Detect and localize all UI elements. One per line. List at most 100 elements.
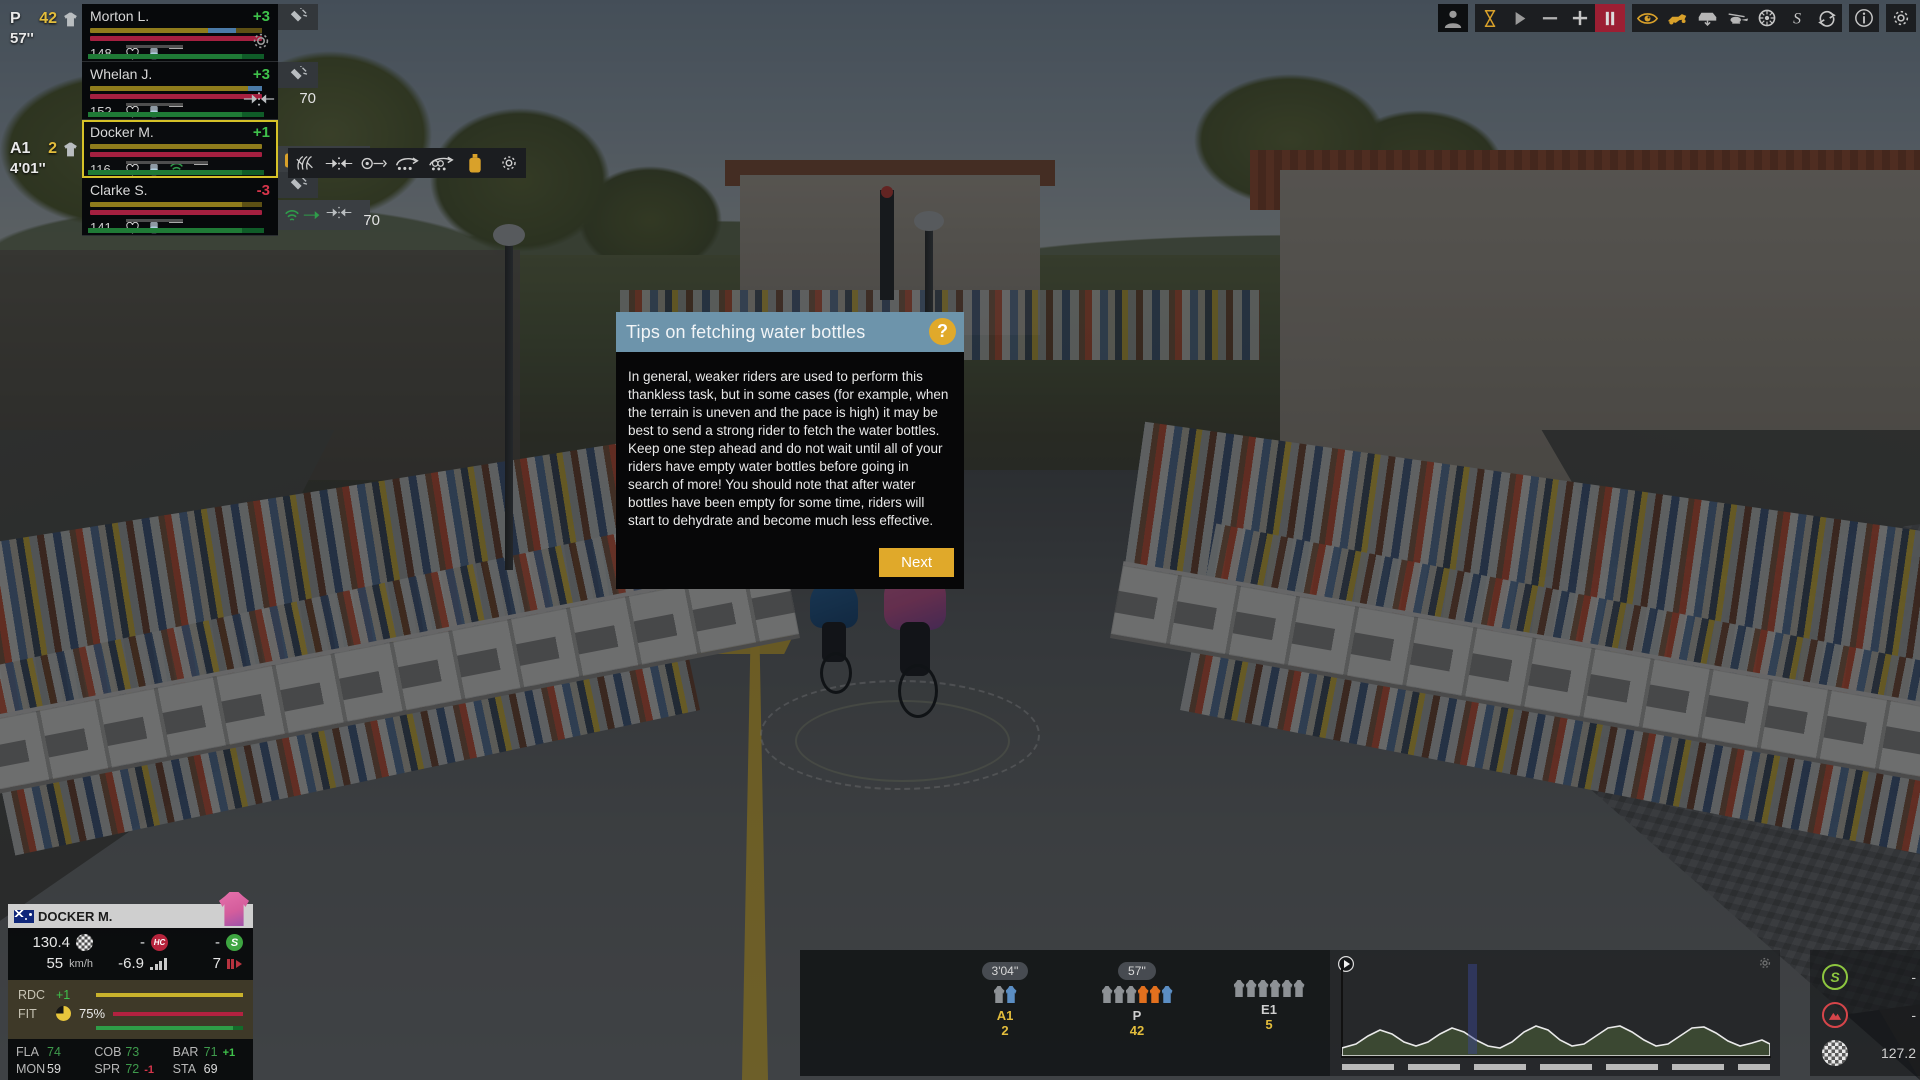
protect-icon[interactable]	[424, 148, 458, 178]
telemetry-climb: - HC	[93, 934, 168, 951]
rider-list: Morton L. +3 148	[82, 4, 380, 236]
sprint-icon: S	[226, 934, 243, 951]
rider-delta: +3	[252, 8, 270, 25]
jersey-icon	[1125, 986, 1137, 1003]
rider-effort-bar	[90, 94, 262, 99]
rider-energy-bar	[90, 28, 262, 33]
notification-bell-icon[interactable]	[278, 4, 318, 30]
mountain-badge-icon	[1822, 1002, 1848, 1028]
mountain-value: -	[1911, 1007, 1916, 1023]
group-column-a1[interactable]: 3'04'' A1 2	[950, 962, 1060, 1038]
rider-panel-header[interactable]: DOCKER M.	[8, 892, 253, 928]
rider-stamina-bar	[88, 228, 264, 233]
tips-modal: Tips on fetching water bottles ? In gene…	[616, 312, 964, 589]
group-gap: 3'04''	[981, 962, 1029, 980]
group-tag-list: P 42 57'' A1 2 4'01''	[0, 4, 86, 185]
attribute-key: STA	[172, 1062, 197, 1076]
rider-energy-bar	[90, 144, 262, 149]
fan-support-icon[interactable]	[284, 209, 299, 222]
s-camera-icon[interactable]: S	[1782, 4, 1812, 32]
objective-sprint[interactable]: S -	[1822, 964, 1916, 990]
rdc-row: RDC +1	[18, 985, 243, 1004]
group-tag-gap: 4'01''	[10, 160, 46, 177]
rider-row-selected[interactable]: Docker M. +1 116	[82, 120, 378, 178]
gear-icon[interactable]	[1758, 956, 1772, 970]
attribute-value: 59	[47, 1062, 61, 1076]
regroup-icon[interactable]	[242, 90, 276, 108]
group-jerseys	[1214, 980, 1324, 998]
jersey-icon	[1161, 986, 1173, 1003]
plus-icon[interactable]	[1565, 4, 1595, 32]
attribute-key: BAR	[172, 1045, 199, 1059]
modal-title: Tips on fetching water bottles	[626, 321, 866, 342]
jersey-icon	[1245, 980, 1257, 997]
rider-name: Clarke S.	[90, 182, 148, 198]
objective-mountain[interactable]: -	[1822, 1002, 1916, 1028]
settings-icon[interactable]	[492, 148, 526, 178]
eye-icon[interactable]	[1632, 4, 1662, 32]
jersey-icon	[1269, 980, 1281, 997]
elevation-profile-panel[interactable]	[1330, 950, 1780, 1076]
modal-header: Tips on fetching water bottles ?	[616, 312, 964, 352]
profile-avatar[interactable]	[1438, 4, 1468, 32]
helicopter-icon[interactable]	[1722, 4, 1752, 32]
wheel-icon[interactable]	[1752, 4, 1782, 32]
next-button[interactable]: Next	[879, 548, 954, 577]
jersey-icon	[1005, 986, 1017, 1003]
bottle-icon[interactable]	[458, 148, 492, 178]
rider-row[interactable]: Whelan J. +3 152	[82, 62, 318, 120]
group-jerseys	[950, 986, 1060, 1004]
group-tag-peloton[interactable]: P 42 57''	[0, 4, 86, 68]
hc-climb-icon: HC	[151, 934, 168, 951]
telemetry-speed: 55 km/h	[18, 955, 93, 972]
hourglass-icon[interactable]	[1475, 4, 1505, 32]
telemetry-distance: 130.4	[18, 934, 93, 951]
rider-effort-bar	[90, 210, 262, 215]
jersey-icon	[1293, 980, 1305, 997]
jersey-icon	[63, 142, 78, 157]
group-column-e1[interactable]: E1 5	[1214, 962, 1324, 1038]
group-jerseys	[1082, 986, 1192, 1004]
regroup-icon[interactable]	[322, 148, 356, 178]
play-icon[interactable]	[1505, 4, 1535, 32]
rider-stamina-bar	[88, 170, 264, 175]
attribute-value: 71	[203, 1045, 218, 1059]
condition-bar-yellow	[96, 992, 243, 997]
attribute-value: 73	[125, 1045, 140, 1059]
gear-icon[interactable]	[250, 30, 272, 52]
attribute-value: 74	[47, 1045, 61, 1059]
group-column-p[interactable]: 57'' P 42	[1082, 962, 1192, 1038]
motorbike-icon[interactable]	[1662, 4, 1692, 32]
attribute-value: 72	[125, 1062, 140, 1076]
minus-icon[interactable]	[1535, 4, 1565, 32]
telemetry-value: -6.9	[118, 955, 144, 972]
race-groups-panel: 3'04'' A1 2 57'' P 42 E1 5	[800, 950, 1330, 1076]
objective-finish[interactable]: 127.2	[1822, 1040, 1916, 1066]
attack-icon[interactable]	[288, 148, 322, 178]
rider-stamina-bar	[88, 112, 264, 117]
car-rear-icon[interactable]	[1692, 4, 1722, 32]
regroup-icon[interactable]	[325, 205, 353, 225]
gear-icon[interactable]	[1886, 4, 1916, 32]
attribute-spr: SPR 72 -1	[94, 1062, 166, 1076]
group-tag-name: P	[10, 10, 21, 27]
telemetry-gradient: -6.9	[93, 955, 168, 972]
relay-icon[interactable]	[356, 148, 390, 178]
transfer-arrow-icon[interactable]	[303, 206, 321, 224]
rider-action-popover[interactable]	[278, 200, 370, 230]
jersey-icon	[1281, 980, 1293, 997]
group-label: E1	[1261, 1002, 1277, 1017]
rider-row[interactable]: Clarke S. -3 141	[82, 172, 380, 236]
follow-wheel-icon[interactable]	[390, 148, 424, 178]
rider-row[interactable]: Morton L. +3 148	[82, 4, 318, 62]
telemetry-value: -	[215, 934, 220, 951]
cycle-camera-icon[interactable]	[1812, 4, 1842, 32]
attribute-sta: STA 69	[173, 1062, 245, 1076]
group-tag-attack1[interactable]: A1 2 4'01''	[0, 134, 86, 185]
pause-icon[interactable]	[1595, 4, 1625, 32]
notification-bell-icon[interactable]	[278, 62, 318, 88]
speed-control-group	[1475, 4, 1625, 32]
info-icon[interactable]	[1849, 4, 1879, 32]
telemetry-value: 130.4	[32, 934, 70, 951]
help-icon[interactable]: ?	[929, 318, 956, 345]
